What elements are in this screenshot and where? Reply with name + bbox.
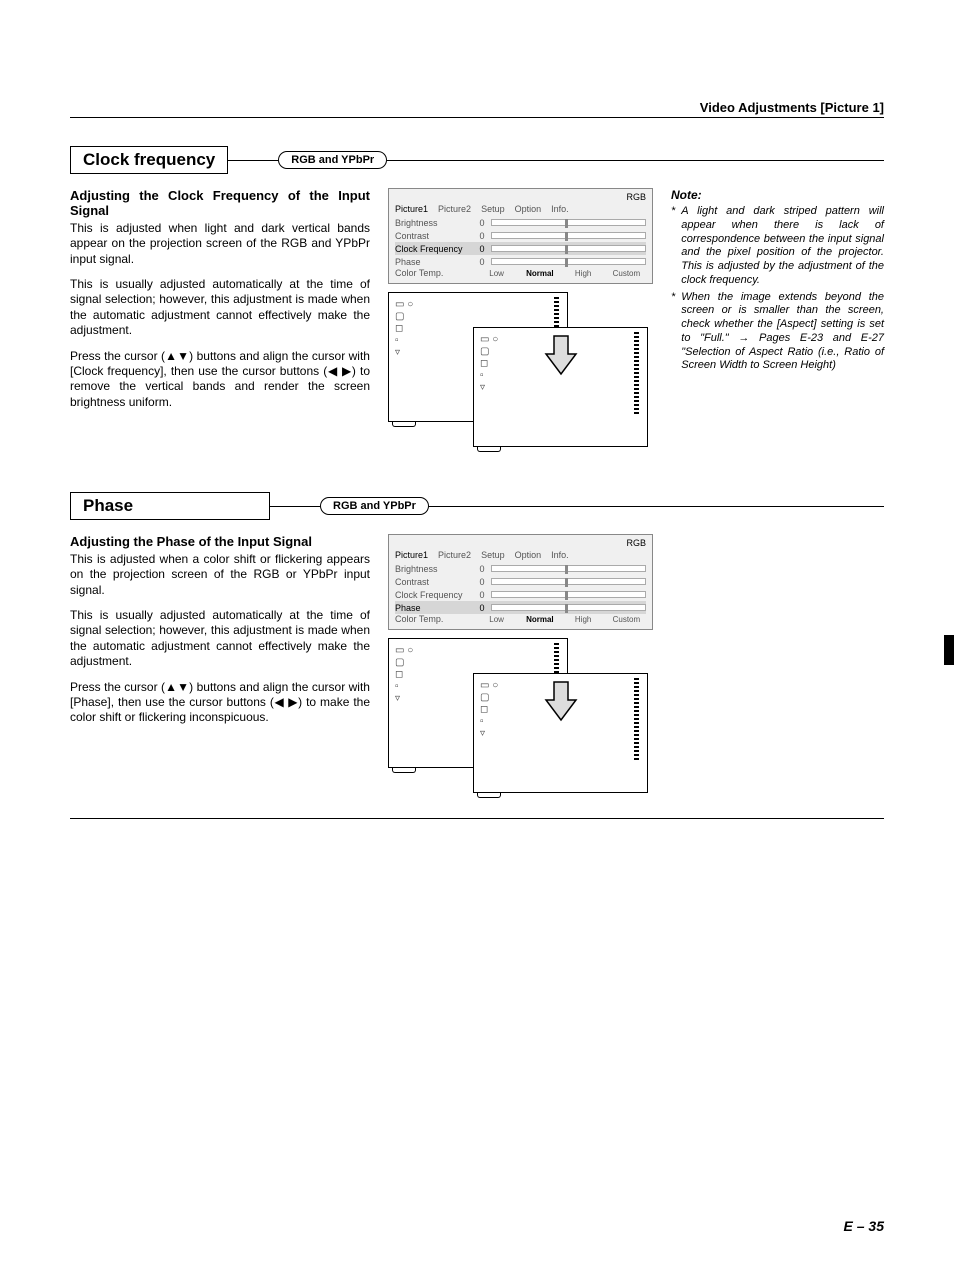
screen-icons: ▭ ○▢◻▫▿: [395, 299, 413, 359]
tab-picture2: Picture2: [438, 550, 471, 560]
section1-title: Clock frequency: [70, 146, 228, 174]
row-contrast: Contrast0: [395, 575, 646, 588]
stripes-icon: [634, 332, 639, 416]
slider: [491, 219, 646, 226]
section2-title-row: Phase RGB and YPbPr: [70, 492, 884, 520]
signal-badge: RGB and YPbPr: [278, 151, 387, 169]
arrow-icon: [544, 334, 578, 376]
screen-icons: ▭ ○▢◻▫▿: [480, 680, 498, 740]
row-colortemp: Color Temp. Low Normal High Custom: [395, 614, 646, 624]
foot: [392, 422, 416, 427]
page-number: E – 35: [844, 1218, 884, 1234]
tab-info: Info.: [551, 550, 569, 560]
note-heading: Note:: [671, 188, 884, 202]
tab-picture1: Picture1: [395, 204, 428, 214]
foot: [477, 793, 501, 798]
section2-subhead: Adjusting the Phase of the Input Signal: [70, 534, 370, 549]
menu-signal: RGB: [395, 538, 646, 548]
screen-after: ▭ ○▢◻▫▿: [473, 327, 648, 447]
osd-menu: RGB Picture1 Picture2 Setup Option Info.…: [388, 534, 653, 630]
updown-icon: ▲▼: [165, 349, 189, 363]
leftright-icon: ◀ ▶: [274, 695, 298, 709]
title-rule: [387, 160, 884, 161]
stripes-icon: [634, 678, 639, 762]
foot: [477, 447, 501, 452]
tab-option: Option: [515, 204, 542, 214]
row-colortemp: Color Temp. Low Normal High Custom: [395, 268, 646, 278]
screen-icons: ▭ ○▢◻▫▿: [395, 645, 413, 705]
updown-icon: ▲▼: [165, 680, 189, 694]
slider: [491, 578, 646, 585]
tab-picture1: Picture1: [395, 550, 428, 560]
section2-p1: This is adjusted when a color shift or f…: [70, 552, 370, 598]
menu-tabs: Picture1 Picture2 Setup Option Info.: [395, 204, 646, 214]
section1-title-row: Clock frequency RGB and YPbPr: [70, 146, 884, 174]
row-phase: Phase0: [395, 601, 646, 614]
section2-title: Phase: [70, 492, 270, 520]
asterisk-icon: *: [671, 205, 675, 288]
side-tab: [944, 635, 954, 665]
slider: [491, 245, 646, 252]
tab-option: Option: [515, 550, 542, 560]
chapter-heading: Video Adjustments [Picture 1]: [70, 100, 884, 118]
section2-p2: This is usually adjusted automatically a…: [70, 608, 370, 669]
row-brightness: Brightness0: [395, 562, 646, 575]
tab-picture2: Picture2: [438, 204, 471, 214]
row-brightness: Brightness0: [395, 216, 646, 229]
screen-illustration: ▭ ○▢◻▫▿ ▭ ○▢◻▫▿: [388, 638, 653, 798]
leftright-icon: ◀ ▶: [327, 364, 352, 378]
slider: [491, 604, 646, 611]
title-rule: [429, 506, 884, 507]
screen-icons: ▭ ○▢◻▫▿: [480, 334, 498, 394]
note-list: *A light and dark striped pattern will a…: [671, 205, 884, 373]
p3a: Press the cursor (: [70, 680, 165, 694]
asterisk-icon: *: [671, 291, 675, 374]
foot: [392, 768, 416, 773]
tab-info: Info.: [551, 204, 569, 214]
slider: [491, 258, 646, 265]
screen-illustration: ▭ ○▢◻▫▿ ▭ ○▢◻▫▿: [388, 292, 653, 452]
bottom-rule: [70, 818, 884, 819]
row-clockfreq: Clock Frequency0: [395, 242, 646, 255]
note-item: *A light and dark striped pattern will a…: [671, 205, 884, 288]
screen-after: ▭ ○▢◻▫▿: [473, 673, 648, 793]
row-clockfreq: Clock Frequency0: [395, 588, 646, 601]
osd-menu: RGB Picture1 Picture2 Setup Option Info.…: [388, 188, 653, 284]
title-connector: [228, 160, 278, 161]
tab-setup: Setup: [481, 204, 505, 214]
title-connector: [270, 506, 320, 507]
row-phase: Phase0: [395, 255, 646, 268]
section1-p2: This is usually adjusted automatically a…: [70, 277, 370, 338]
menu-signal: RGB: [395, 192, 646, 202]
arrow-icon: [544, 680, 578, 722]
signal-badge: RGB and YPbPr: [320, 497, 429, 515]
section2-p3: Press the cursor (▲▼) buttons and align …: [70, 680, 370, 726]
row-contrast: Contrast0: [395, 229, 646, 242]
menu-tabs: Picture1 Picture2 Setup Option Info.: [395, 550, 646, 560]
section1-p1: This is adjusted when light and dark ver…: [70, 221, 370, 267]
slider: [491, 232, 646, 239]
section1-p3: Press the cursor (▲▼) buttons and align …: [70, 349, 370, 410]
note-item: *When the image extends beyond the scree…: [671, 291, 884, 374]
tab-setup: Setup: [481, 550, 505, 560]
section1-subhead: Adjusting the Clock Frequency of the Inp…: [70, 188, 370, 218]
p3a: Press the cursor (: [70, 349, 165, 363]
slider: [491, 591, 646, 598]
slider: [491, 565, 646, 572]
